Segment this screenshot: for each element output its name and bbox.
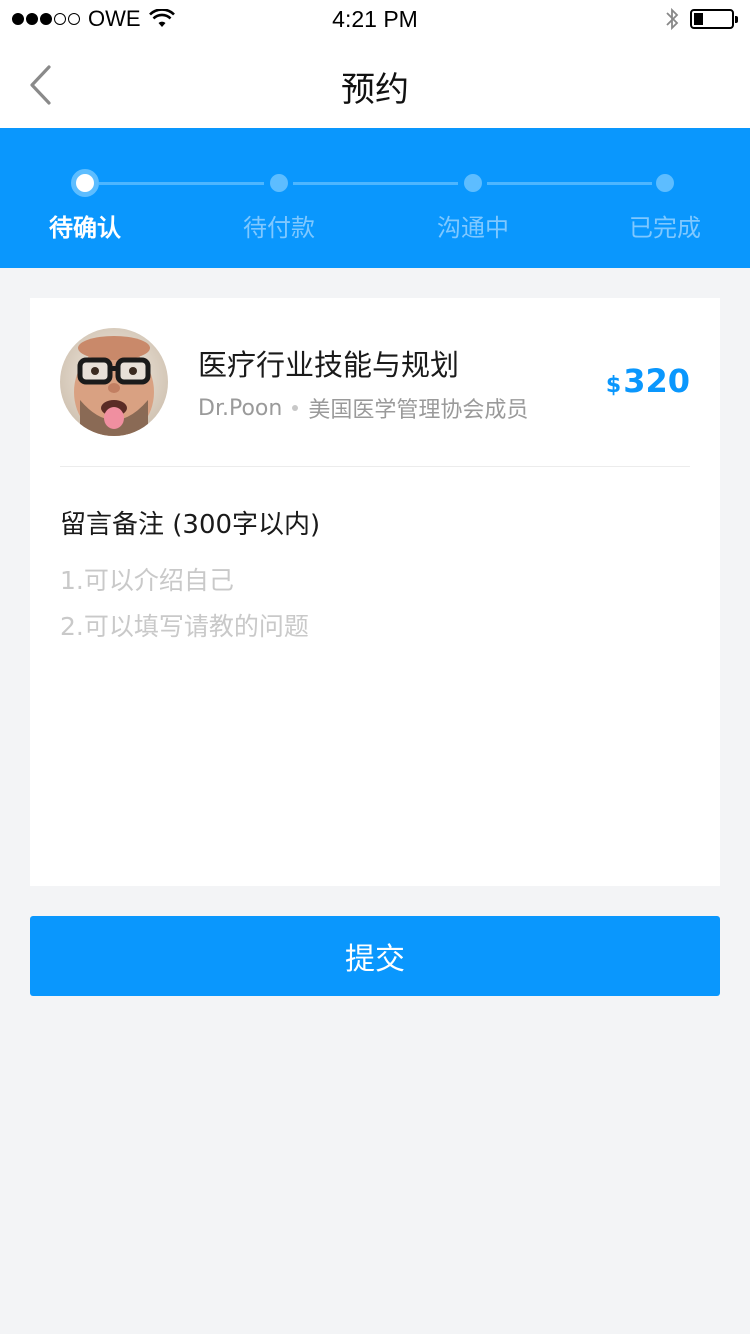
doctor-description: 美国医学管理协会成员 xyxy=(308,398,529,423)
battery-fill xyxy=(694,13,703,25)
step-label-communicating: 沟通中 xyxy=(437,214,509,242)
status-right xyxy=(664,6,738,32)
step-label-pending-confirm: 待确认 xyxy=(49,214,121,242)
battery-icon xyxy=(690,9,738,29)
notes-label: 留言备注 (300字以内) xyxy=(60,510,321,540)
step-dot-completed xyxy=(656,174,674,192)
price-currency: $ xyxy=(605,373,622,398)
step-dot-pending-payment xyxy=(270,174,288,192)
step-connector xyxy=(293,182,458,185)
status-bar: OWE 4:21 PM xyxy=(0,0,750,40)
nav-bar: 预约 xyxy=(0,40,750,128)
service-title: 医疗行业技能与规划 xyxy=(198,348,460,382)
bluetooth-icon xyxy=(666,7,679,31)
step-label-pending-payment: 待付款 xyxy=(243,214,315,242)
step-dot-pending-confirm xyxy=(71,169,99,197)
notes-input[interactable] xyxy=(60,558,690,858)
avatar xyxy=(60,328,168,436)
step-progress: 待确认 待付款 沟通中 已完成 xyxy=(0,128,750,268)
price-value: 320 xyxy=(623,362,690,400)
divider xyxy=(60,466,690,467)
avatar-image xyxy=(60,328,168,436)
price: $ 320 xyxy=(606,362,690,400)
page-title: 预约 xyxy=(341,70,409,110)
booking-card: 医疗行业技能与规划 Dr.Poon 美国医学管理协会成员 $ 320 留言备注 … xyxy=(30,298,720,886)
step-label-completed: 已完成 xyxy=(629,214,701,242)
step-connector xyxy=(99,182,264,185)
status-time: 4:21 PM xyxy=(332,6,418,32)
step-connector xyxy=(487,182,652,185)
step-dot-communicating xyxy=(464,174,482,192)
separator-dot xyxy=(292,405,299,411)
doctor-name: Dr.Poon xyxy=(198,395,283,421)
doctor-info: Dr.Poon 美国医学管理协会成员 xyxy=(198,392,528,424)
submit-button[interactable]: 提交 xyxy=(30,916,720,996)
